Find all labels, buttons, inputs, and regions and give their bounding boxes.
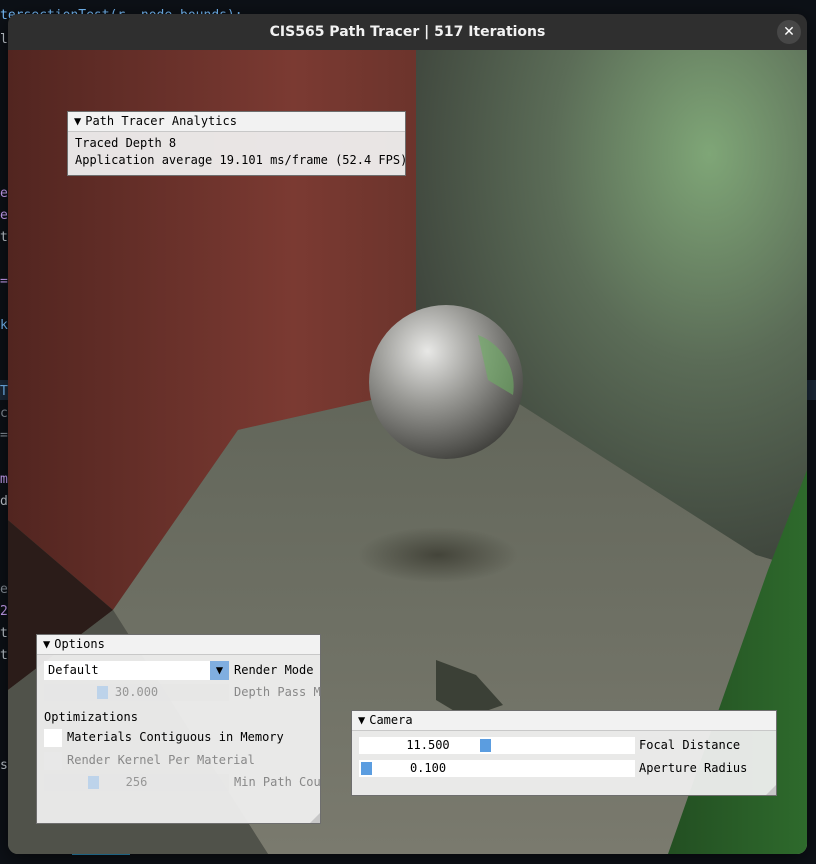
aperture-radius-value: 0.100 [409,761,447,775]
camera-resize-grip[interactable] [766,785,776,795]
min-path-value: 256 [125,775,148,789]
editor-code-fragment: e [0,208,8,223]
editor-code-fragment: e [0,582,8,597]
focal-distance-value: 11.500 [406,738,450,752]
options-panel: ▼ Options Default ▼ Render Mode 30.000 De… [36,634,321,824]
depth-pass-label: Depth Pass M [234,685,321,699]
window-title: CIS565 Path Tracer | 517 Iterations [269,24,546,40]
options-panel-header[interactable]: ▼ Options [37,635,320,655]
focal-distance-label: Focal Distance [639,738,741,752]
editor-code-fragment: 2 [0,604,8,619]
collapse-arrow-icon[interactable]: ▼ [74,112,81,131]
editor-code-fragment: t [0,230,8,245]
analytics-panel: ▼ Path Tracer Analytics Traced Depth 8 Ap… [67,111,408,176]
depth-pass-slider[interactable]: 30.000 [44,684,229,701]
traced-depth-text: Traced Depth 8 [75,136,177,150]
materials-contiguous-checkbox[interactable] [44,729,62,747]
render-kernel-checkbox[interactable] [44,752,62,770]
analytics-panel-title: Path Tracer Analytics [85,114,237,128]
camera-panel: ▼ Camera 11.500 Focal Distance 0.100 Aper… [351,710,777,796]
editor-code-fragment: t [0,626,8,641]
camera-panel-title: Camera [369,713,413,727]
editor-code-fragment: m [0,472,8,487]
focal-distance-slider[interactable]: 11.500 [359,737,635,754]
editor-code-fragment: = [0,274,8,289]
render-mode-value: Default [48,663,99,677]
path-tracer-window: CIS565 Path Tracer | 517 Iterations ✕ ▼ … [8,14,807,854]
editor-code-fragment: d [0,494,8,509]
editor-code-fragment: s [0,758,8,773]
close-icon: ✕ [783,24,795,40]
optimizations-label: Optimizations [44,710,138,724]
options-resize-grip[interactable] [310,813,320,823]
render-mode-combo[interactable]: Default ▼ [44,661,229,680]
editor-code-fragment: T [0,384,8,399]
options-panel-title: Options [54,637,105,651]
editor-code-fragment: l [0,32,8,47]
editor-code-fragment: k [0,318,8,333]
window-titlebar[interactable]: CIS565 Path Tracer | 517 Iterations ✕ [8,14,807,50]
combo-arrow-icon[interactable]: ▼ [210,661,229,680]
editor-code-fragment: t [0,648,8,663]
application-average-text: Application average 19.101 ms/frame (52.… [75,153,408,167]
camera-panel-header[interactable]: ▼ Camera [352,711,776,731]
collapse-arrow-icon[interactable]: ▼ [358,711,365,730]
render-mode-label: Render Mode [234,663,314,677]
analytics-panel-header[interactable]: ▼ Path Tracer Analytics [68,112,405,132]
editor-code-fragment: c [0,406,8,421]
aperture-radius-label: Aperture Radius [639,761,748,775]
close-button[interactable]: ✕ [777,20,801,44]
editor-code-fragment: e [0,186,8,201]
render-viewport[interactable]: ▼ Path Tracer Analytics Traced Depth 8 Ap… [8,50,807,854]
aperture-radius-slider[interactable]: 0.100 [359,760,635,777]
editor-code-fragment: = [0,428,8,443]
collapse-arrow-icon[interactable]: ▼ [43,635,50,654]
min-path-slider[interactable]: 256 [44,774,229,791]
depth-pass-value: 30.000 [114,685,159,699]
